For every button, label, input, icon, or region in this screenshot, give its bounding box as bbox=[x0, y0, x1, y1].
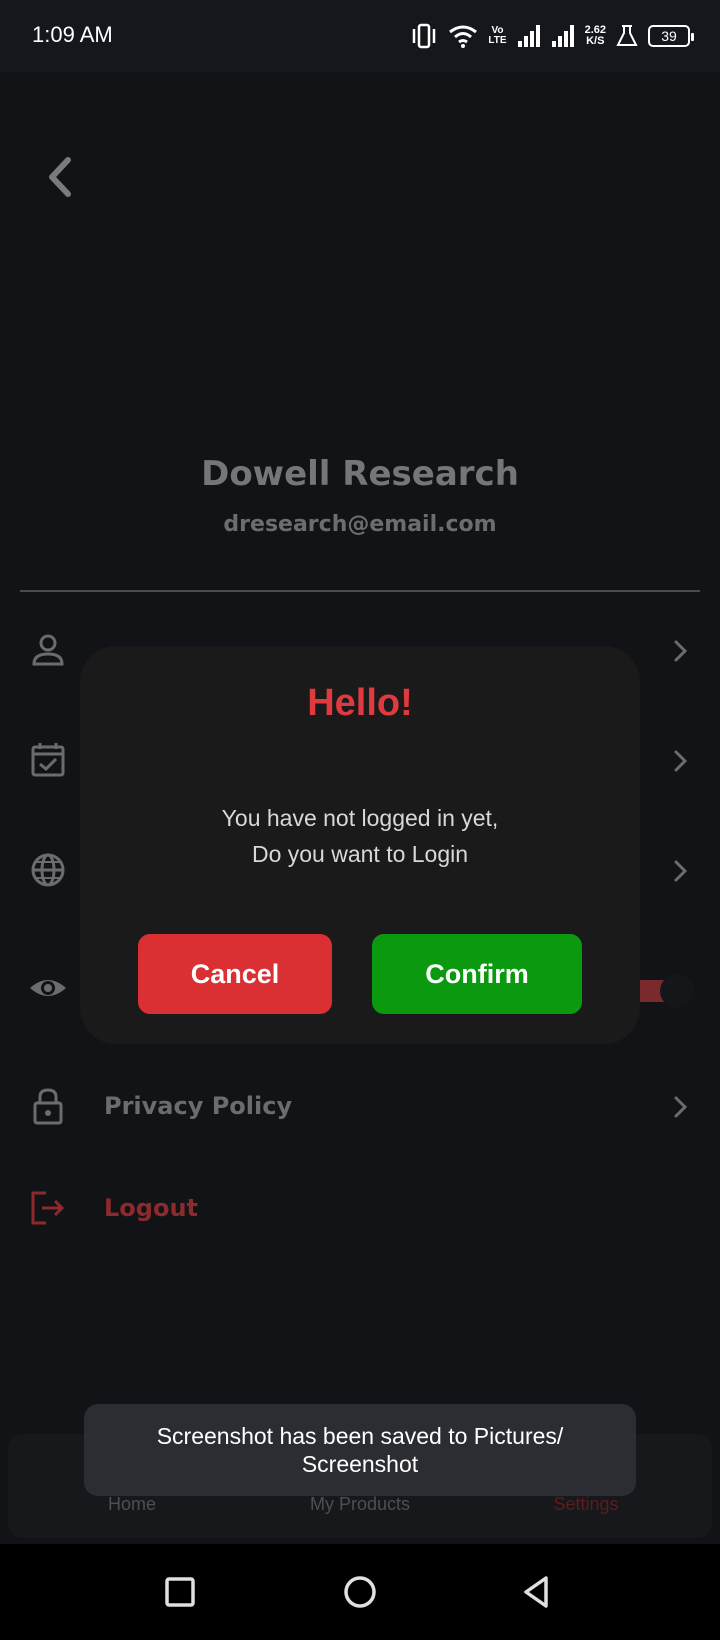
nav-label-home: Home bbox=[107, 1494, 156, 1514]
logout-icon bbox=[31, 1191, 65, 1225]
screenshot-toast: Screenshot has been saved to Pictures/ S… bbox=[84, 1404, 636, 1496]
menu-item-privacy-policy[interactable]: Privacy Policy bbox=[0, 1068, 720, 1148]
profile-name: Dowell Research bbox=[201, 454, 519, 494]
menu-label-privacy-policy: Privacy Policy bbox=[104, 1092, 293, 1120]
home-button-icon[interactable] bbox=[338, 1570, 382, 1614]
system-navigation-bar bbox=[0, 1544, 720, 1640]
globe-icon bbox=[31, 853, 65, 887]
recent-apps-icon[interactable] bbox=[158, 1570, 202, 1614]
confirm-button[interactable]: Confirm bbox=[372, 934, 582, 1014]
calendar-check-icon bbox=[31, 743, 65, 777]
menu-item-logout[interactable]: Logout bbox=[0, 1170, 720, 1250]
profile-email: dresearch@email.com bbox=[223, 512, 497, 537]
back-triangle-icon[interactable] bbox=[516, 1570, 560, 1614]
chevron-right-icon bbox=[674, 860, 688, 882]
dialog-message-line-2: Do you want to Login bbox=[251, 841, 469, 867]
chevron-right-icon bbox=[674, 1096, 688, 1118]
vibrate-icon bbox=[413, 23, 436, 49]
back-arrow-icon[interactable] bbox=[40, 152, 80, 202]
signal-icon-2 bbox=[551, 25, 574, 47]
eye-icon bbox=[30, 980, 66, 996]
volte-icon: Vo LTE bbox=[488, 25, 507, 46]
dialog-message: You have not logged in yet, Do you want … bbox=[80, 800, 640, 872]
menu-label-logout: Logout bbox=[104, 1194, 199, 1222]
app-screen: Dowell Research dresearch@email.com Priv… bbox=[0, 72, 720, 1544]
signal-icon-1 bbox=[517, 25, 540, 47]
status-icons: Vo LTE 2.62 K/S 39 bbox=[410, 20, 694, 52]
toggle-knob bbox=[660, 974, 694, 1008]
status-bar: 1:09 AM Vo LTE 2.62 K/S 39 bbox=[0, 0, 720, 72]
dialog-title: Hello! bbox=[307, 682, 413, 724]
nav-label-my-products: My Products bbox=[309, 1494, 411, 1514]
nav-label-settings: Settings bbox=[553, 1494, 619, 1514]
chevron-right-icon bbox=[674, 640, 688, 662]
network-speed: 2.62 K/S bbox=[584, 24, 606, 47]
dialog-message-line-1: You have not logged in yet, bbox=[221, 805, 499, 831]
battery-icon: 39 bbox=[648, 25, 694, 47]
lock-icon bbox=[33, 1088, 63, 1125]
wifi-icon bbox=[449, 25, 478, 48]
status-time: 1:09 AM bbox=[32, 22, 113, 47]
cancel-button[interactable]: Cancel bbox=[138, 934, 332, 1014]
divider bbox=[20, 590, 700, 592]
flask-icon bbox=[616, 25, 638, 46]
chevron-right-icon bbox=[674, 750, 688, 772]
login-prompt-dialog: Hello! You have not logged in yet, Do yo… bbox=[80, 646, 640, 1044]
person-icon bbox=[32, 634, 64, 666]
